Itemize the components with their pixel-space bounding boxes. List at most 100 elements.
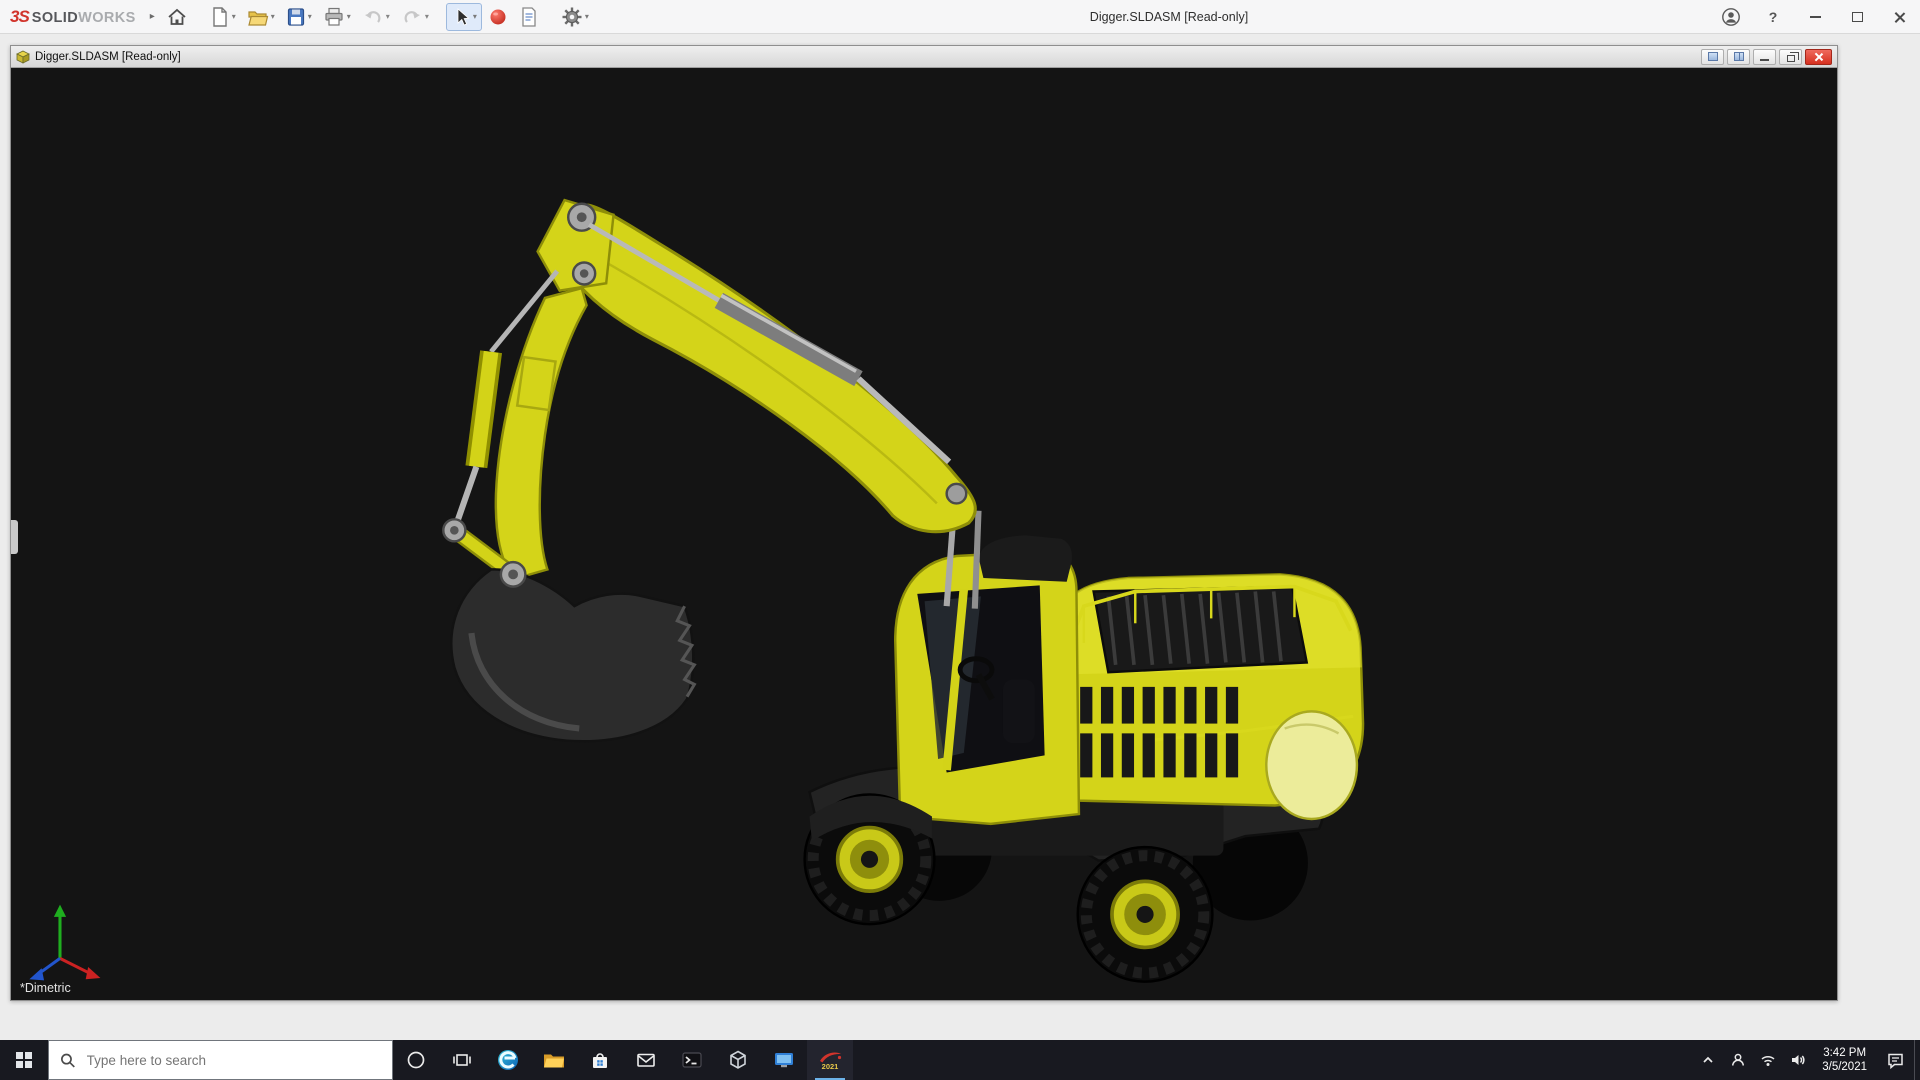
select-button[interactable]: ▾ <box>446 3 482 31</box>
dropdown-icon[interactable]: ▾ <box>308 12 312 21</box>
network-tray-button[interactable] <box>1753 1040 1783 1080</box>
volume-tray-button[interactable] <box>1783 1040 1813 1080</box>
windows-logo-icon <box>16 1052 32 1068</box>
minimize-icon <box>1760 59 1769 61</box>
document-window-controls <box>1701 49 1832 65</box>
close-icon <box>1814 52 1824 62</box>
redo-icon <box>401 6 423 28</box>
home-button[interactable] <box>161 3 193 31</box>
redo-button[interactable]: ▾ <box>396 3 434 31</box>
display-app-button[interactable] <box>761 1040 807 1080</box>
file-explorer-button[interactable] <box>531 1040 577 1080</box>
home-icon <box>166 6 188 28</box>
3d-viewer-button[interactable] <box>715 1040 761 1080</box>
split-window-icon <box>1734 52 1744 61</box>
wifi-icon <box>1759 1051 1777 1069</box>
open-folder-icon <box>247 6 269 28</box>
dropdown-icon[interactable]: ▾ <box>347 12 351 21</box>
mail-button[interactable] <box>623 1040 669 1080</box>
restore-icon <box>1787 55 1795 62</box>
document-window: Digger.SLDASM [Read-only] <box>10 45 1838 1001</box>
file-explorer-icon <box>542 1048 566 1072</box>
taskbar-clock[interactable]: 3:42 PM 3/5/2021 <box>1813 1040 1876 1080</box>
excavator-3d-model[interactable] <box>11 68 1837 1000</box>
file-properties-button[interactable] <box>514 3 544 31</box>
cube-icon <box>726 1048 750 1072</box>
windows-taskbar: 2021 <box>0 1040 1920 1080</box>
brand-works: WORKS <box>78 10 136 26</box>
red-sphere-icon <box>488 7 508 27</box>
taskbar-search[interactable] <box>48 1040 393 1080</box>
microsoft-store-icon <box>588 1048 612 1072</box>
action-center-button[interactable] <box>1876 1040 1914 1080</box>
search-input[interactable] <box>85 1052 381 1069</box>
dropdown-icon[interactable]: ▾ <box>271 12 275 21</box>
options-button[interactable]: ▾ <box>556 3 594 31</box>
maximize-button[interactable] <box>1836 0 1878 34</box>
doc-restore-button[interactable] <box>1779 49 1802 65</box>
select-cursor-icon <box>451 6 471 28</box>
feature-manager-collapsed-tab[interactable] <box>11 520 18 554</box>
app-window-title: Digger.SLDASM [Read-only] <box>1090 0 1248 34</box>
clock-time: 3:42 PM <box>1823 1046 1866 1060</box>
mail-icon <box>634 1048 658 1072</box>
open-button[interactable]: ▾ <box>242 3 280 31</box>
menu-flyout-icon[interactable]: ▸ <box>150 11 155 22</box>
dassault-3ds-logo: 3S <box>10 7 29 27</box>
new-document-button[interactable]: ▾ <box>205 3 241 31</box>
clock-date: 3/5/2021 <box>1822 1060 1867 1074</box>
doc-minimize-button[interactable] <box>1753 49 1776 65</box>
help-button[interactable]: ? <box>1752 0 1794 34</box>
brand-solid: SOLID <box>32 10 78 26</box>
minimize-icon <box>1810 16 1821 18</box>
undo-button[interactable]: ▾ <box>357 3 395 31</box>
gear-icon <box>561 6 583 28</box>
minimize-button[interactable] <box>1794 0 1836 34</box>
edge-button[interactable] <box>485 1040 531 1080</box>
edge-icon <box>496 1048 520 1072</box>
doc-close-button[interactable] <box>1805 49 1832 65</box>
monitor-icon <box>772 1048 796 1072</box>
app-window-controls: ? <box>1710 0 1920 34</box>
3dexperience-button[interactable] <box>483 3 513 31</box>
person-icon <box>1729 1051 1747 1069</box>
print-icon <box>323 6 345 28</box>
doc-tile-left-button[interactable] <box>1701 49 1724 65</box>
solidworks-logo: 3S SOLID WORKS <box>0 7 142 27</box>
close-button[interactable] <box>1878 0 1920 34</box>
action-center-icon <box>1886 1051 1905 1070</box>
quick-access-toolbar: ▾ ▾ ▾ ▾ <box>161 3 594 31</box>
doc-tile-right-button[interactable] <box>1727 49 1750 65</box>
dropdown-icon[interactable]: ▾ <box>386 12 390 21</box>
microsoft-store-button[interactable] <box>577 1040 623 1080</box>
task-view-button[interactable] <box>439 1040 485 1080</box>
document-title: Digger.SLDASM [Read-only] <box>35 51 181 63</box>
undo-icon <box>362 6 384 28</box>
system-tray: 3:42 PM 3/5/2021 <box>1693 1040 1920 1080</box>
print-button[interactable]: ▾ <box>318 3 356 31</box>
save-icon <box>286 6 306 28</box>
solidworks-taskbar-button[interactable]: 2021 <box>807 1040 853 1080</box>
dropdown-icon[interactable]: ▾ <box>425 12 429 21</box>
help-icon: ? <box>1769 9 1778 25</box>
account-button[interactable] <box>1710 0 1752 34</box>
cortana-icon <box>406 1050 426 1070</box>
show-desktop-button[interactable] <box>1914 1040 1920 1080</box>
task-view-icon <box>452 1050 472 1070</box>
chevron-up-icon <box>1700 1052 1716 1068</box>
start-button[interactable] <box>0 1040 48 1080</box>
dropdown-icon[interactable]: ▾ <box>473 12 477 21</box>
tile-window-icon <box>1708 52 1718 61</box>
terminal-button[interactable] <box>669 1040 715 1080</box>
graphics-viewport[interactable]: *Dimetric <box>11 68 1837 1000</box>
people-tray-button[interactable] <box>1723 1040 1753 1080</box>
document-titlebar[interactable]: Digger.SLDASM [Read-only] <box>11 46 1837 68</box>
dropdown-icon[interactable]: ▾ <box>585 12 589 21</box>
view-orientation-label: *Dimetric <box>20 981 71 995</box>
search-icon <box>60 1052 76 1069</box>
hidden-icons-button[interactable] <box>1693 1040 1723 1080</box>
maximize-icon <box>1852 12 1863 22</box>
dropdown-icon[interactable]: ▾ <box>232 12 236 21</box>
cortana-button[interactable] <box>393 1040 439 1080</box>
save-button[interactable]: ▾ <box>281 3 317 31</box>
